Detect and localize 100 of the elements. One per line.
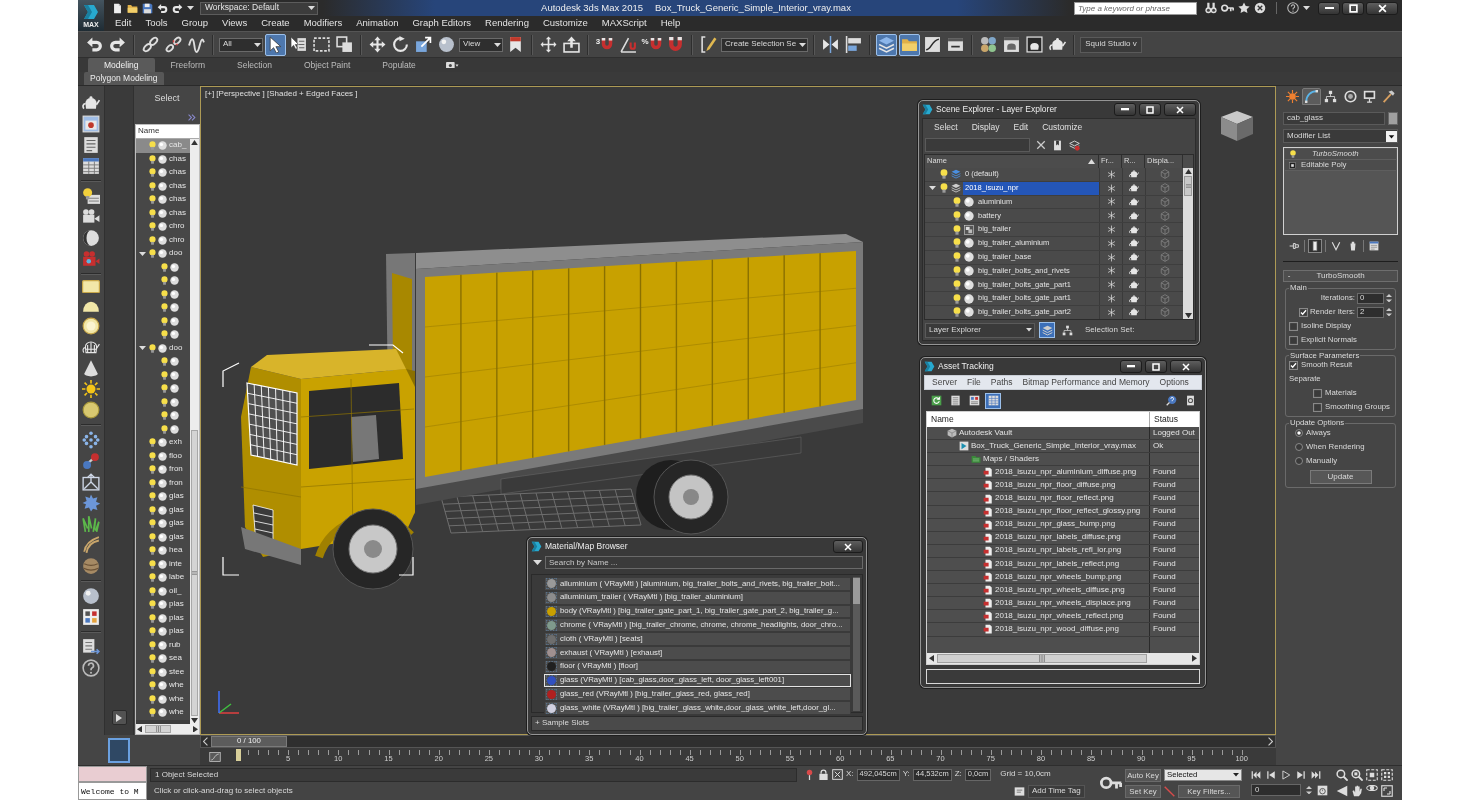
- menu-item[interactable]: MAXScript: [594, 18, 654, 29]
- bulb-icon[interactable]: [160, 316, 169, 326]
- triangle-down-icon[interactable]: [533, 559, 542, 566]
- collapse-toggle[interactable]: -: [1284, 271, 1294, 281]
- curve-box-icon[interactable]: [209, 750, 221, 763]
- sphere-icon[interactable]: [964, 252, 974, 263]
- image-file-icon[interactable]: [983, 467, 993, 478]
- object-row[interactable]: chas: [136, 193, 190, 207]
- sphere-icon[interactable]: [158, 532, 167, 542]
- cone-icon[interactable]: [82, 359, 100, 378]
- sphere-icon[interactable]: [158, 451, 167, 461]
- sphere-icon[interactable]: [170, 370, 179, 380]
- sphere-icon[interactable]: [158, 694, 167, 704]
- minimize-button[interactable]: [1318, 1, 1340, 15]
- scroll-thumb[interactable]: [191, 429, 198, 716]
- cursor-button[interactable]: [265, 33, 286, 56]
- hair-strand-icon[interactable]: [82, 536, 100, 555]
- bulb-icon[interactable]: [148, 600, 157, 610]
- document-icon[interactable]: [82, 136, 100, 154]
- expand-arrow-icon[interactable]: [139, 346, 146, 351]
- object-row[interactable]: labe: [136, 571, 190, 585]
- object-row[interactable]: glas: [136, 490, 190, 504]
- triangle-icon[interactable]: [1336, 785, 1348, 797]
- object-row[interactable]: hea: [136, 544, 190, 558]
- bulb-icon[interactable]: [160, 397, 169, 407]
- checkbox[interactable]: [1289, 361, 1298, 371]
- rollout-header[interactable]: - TurboSmooth: [1283, 270, 1398, 282]
- dashed-box-icon[interactable]: [1366, 769, 1378, 781]
- arrow-up-icon[interactable]: [1184, 169, 1192, 175]
- help-icon[interactable]: [82, 659, 100, 678]
- teapot-icon[interactable]: [1129, 169, 1139, 180]
- magnifier-grid-icon[interactable]: [1351, 769, 1363, 781]
- arrow-down-icon[interactable]: [191, 717, 198, 723]
- spinner-arrows-icon[interactable]: [1386, 307, 1392, 317]
- image-file-icon[interactable]: [983, 506, 993, 517]
- object-row[interactable]: sea: [136, 652, 190, 666]
- image-file-icon[interactable]: [983, 598, 993, 609]
- bulb-icon[interactable]: [160, 289, 169, 299]
- script-input-field[interactable]: [78, 766, 147, 782]
- menu-item[interactable]: Group: [174, 18, 215, 29]
- image-file-icon[interactable]: [983, 480, 993, 491]
- sphere-icon[interactable]: [158, 708, 167, 718]
- crossed-square-icon[interactable]: [832, 769, 843, 780]
- menu-item[interactable]: Modifiers: [296, 18, 350, 29]
- expand-arrow-icon[interactable]: [929, 186, 936, 191]
- scroll-thumb[interactable]: [145, 725, 171, 733]
- menu-item[interactable]: Paths: [985, 377, 1018, 388]
- object-row[interactable]: whe: [136, 679, 190, 693]
- asset-row[interactable]: 2018_isuzu_npr_floor_reflect.png Found: [927, 492, 1199, 506]
- ribbon-panel-tab[interactable]: Polygon Modeling: [84, 72, 164, 85]
- snowflake-icon[interactable]: [1106, 280, 1116, 290]
- arrow-down-icon[interactable]: [1184, 312, 1192, 318]
- x-circle-icon[interactable]: [1254, 2, 1266, 14]
- checkbox[interactable]: [1289, 335, 1298, 345]
- toolbar-dropdown[interactable]: All: [219, 37, 263, 52]
- hand-icon[interactable]: [1351, 785, 1363, 797]
- bulb-icon[interactable]: [148, 168, 157, 178]
- layers-button[interactable]: [876, 33, 898, 56]
- menu-item[interactable]: Tools: [138, 18, 175, 29]
- menu-item[interactable]: Server: [927, 377, 963, 388]
- sphere-icon[interactable]: [158, 208, 167, 218]
- group-box-icon[interactable]: [964, 224, 974, 235]
- bulb-icon[interactable]: [148, 451, 157, 461]
- snap-toggle-button[interactable]: %: [641, 33, 663, 56]
- sphere-icon[interactable]: [158, 681, 167, 691]
- bracket-pencil-button[interactable]: [698, 33, 719, 56]
- bulb-icon[interactable]: [148, 559, 157, 569]
- snowflake-icon[interactable]: [1106, 169, 1116, 179]
- bulb-icon[interactable]: [160, 262, 169, 272]
- sphere-icon[interactable]: [170, 397, 179, 407]
- checkbox[interactable]: [1289, 321, 1298, 331]
- teapot-icon[interactable]: [1129, 197, 1139, 207]
- sphere-icon[interactable]: [158, 154, 167, 164]
- bulb-icon[interactable]: [952, 238, 962, 249]
- layer-stack-icon[interactable]: [951, 183, 961, 194]
- toolbar-dropdown[interactable]: View: [459, 37, 503, 52]
- bulb-icon[interactable]: [160, 330, 169, 340]
- binoculars-icon[interactable]: [1205, 2, 1217, 14]
- menu-item[interactable]: Rendering: [478, 18, 536, 29]
- fork-button[interactable]: [1329, 239, 1343, 253]
- note-icon[interactable]: [1014, 786, 1025, 797]
- sphere-icon[interactable]: [170, 316, 179, 326]
- object-row[interactable]: glas: [136, 517, 190, 531]
- help-icon[interactable]: [1287, 2, 1299, 14]
- ribbon-tab[interactable]: Modeling: [88, 58, 155, 72]
- search-field[interactable]: Type a keyword or phrase: [1074, 1, 1197, 15]
- bulb-icon[interactable]: [952, 210, 962, 221]
- bulb-icon[interactable]: [148, 519, 157, 529]
- teapot-icon[interactable]: [1129, 293, 1139, 304]
- sphere-icon[interactable]: [158, 181, 167, 191]
- snap-toggle-button[interactable]: 3: [594, 33, 616, 56]
- menu-item[interactable]: Help: [653, 18, 688, 29]
- asset-row[interactable]: 2018_isuzu_npr_wheels_reflect.png Found: [927, 610, 1199, 624]
- skip-forward-icon[interactable]: [1311, 770, 1321, 780]
- bulb-icon[interactable]: [148, 573, 157, 583]
- bulb-icon[interactable]: [939, 183, 949, 194]
- asset-row[interactable]: Autodesk Vault Logged Out: [927, 427, 1199, 441]
- bulb-icon[interactable]: [148, 613, 157, 623]
- image-file-icon[interactable]: [983, 585, 993, 596]
- image-file-icon[interactable]: [983, 532, 993, 543]
